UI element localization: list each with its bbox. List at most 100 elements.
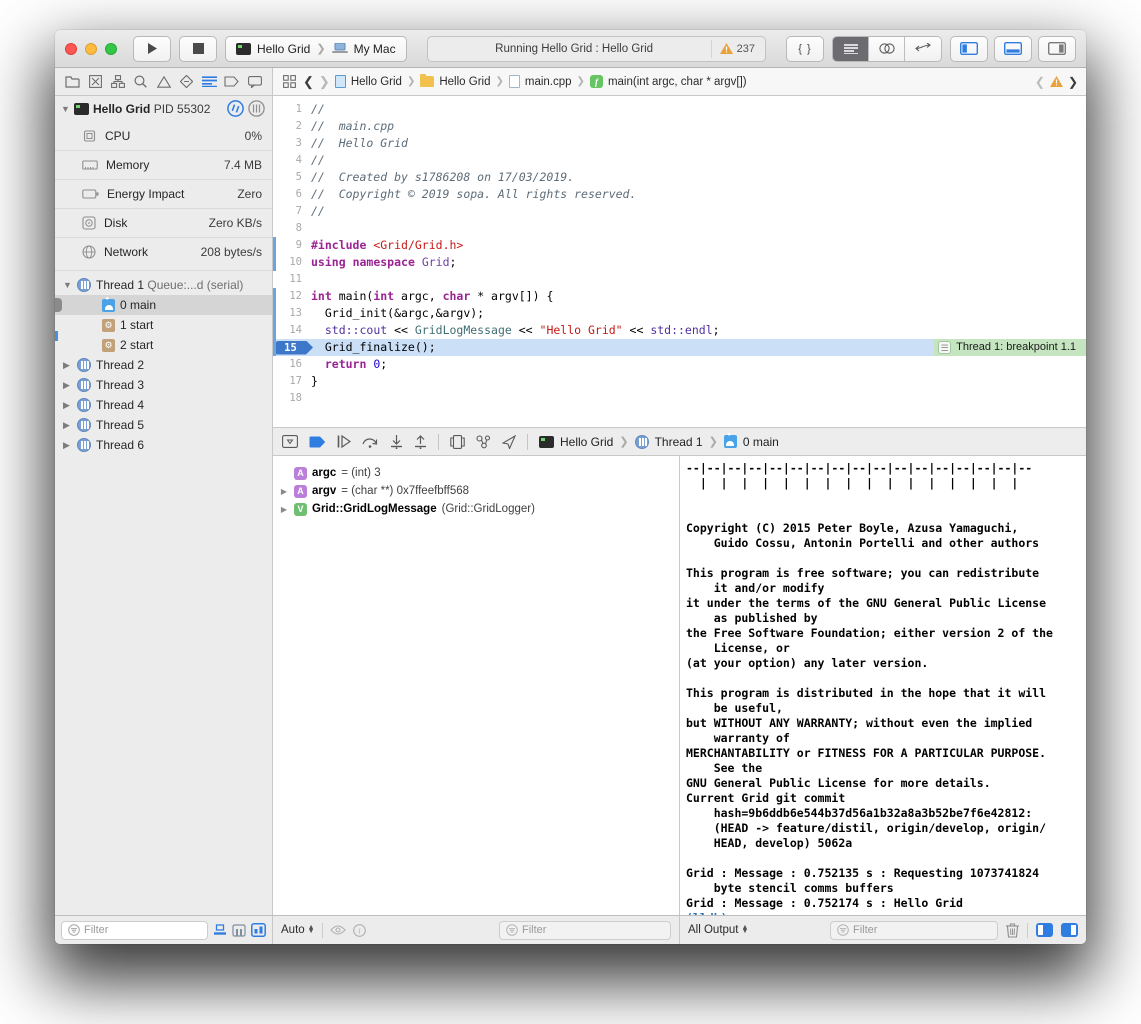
issue-warning-icon[interactable]: [1050, 76, 1063, 87]
issue-navigator-icon[interactable]: [155, 73, 172, 90]
line-number[interactable]: 11: [276, 271, 311, 288]
variable-row[interactable]: ▶Aargv= (char **) 0x7ffeefbff568: [273, 482, 679, 500]
code-line[interactable]: 1//: [273, 101, 1086, 118]
disclosure-triangle-icon[interactable]: ▶: [63, 440, 72, 451]
disclosure-triangle-icon[interactable]: ▶: [63, 420, 72, 431]
debug-view-hierarchy-icon[interactable]: [450, 435, 465, 449]
variables-view[interactable]: Aargc= (int) 3▶Aargv= (char **) 0x7ffeef…: [273, 456, 680, 915]
step-over-icon[interactable]: [362, 435, 379, 448]
line-number[interactable]: 3: [276, 135, 311, 152]
activity-view[interactable]: Running Hello Grid : Hello Grid 237: [427, 36, 766, 62]
code-review-button[interactable]: { }: [786, 36, 824, 62]
disclosure-triangle-icon[interactable]: ▶: [279, 487, 289, 496]
version-editor-button[interactable]: [905, 37, 941, 61]
memory-graph-icon[interactable]: [248, 100, 265, 117]
related-items-icon[interactable]: [281, 73, 298, 90]
line-number[interactable]: 6: [276, 186, 311, 203]
thread-row[interactable]: ▼Thread 1 Queue:...d (serial): [55, 275, 272, 295]
show-crashed-only-icon[interactable]: [232, 924, 246, 937]
code-line[interactable]: 2// main.cpp: [273, 118, 1086, 135]
code-line[interactable]: 11: [273, 271, 1086, 288]
line-number[interactable]: 7: [276, 203, 311, 220]
code-line[interactable]: 8: [273, 220, 1086, 237]
disclosure-triangle-icon[interactable]: ▶: [63, 360, 72, 371]
line-number[interactable]: 18: [276, 390, 311, 407]
report-navigator-icon[interactable]: [246, 73, 263, 90]
line-number[interactable]: 4: [276, 152, 311, 169]
code-line[interactable]: 12int main(int argc, char * argv[]) {: [273, 288, 1086, 305]
minimize-window-button[interactable]: [85, 43, 97, 55]
line-number[interactable]: 16: [276, 356, 311, 373]
code-line[interactable]: 17}: [273, 373, 1086, 390]
thread-row[interactable]: ▶Thread 6: [55, 435, 272, 455]
gauge-row-network[interactable]: Network208 bytes/s: [55, 237, 272, 266]
trash-icon[interactable]: [1006, 923, 1019, 938]
code-line[interactable]: 4//: [273, 152, 1086, 169]
toggle-debug-area-button[interactable]: [994, 36, 1032, 62]
assistant-editor-button[interactable]: [869, 37, 905, 61]
simulate-location-icon[interactable]: [502, 435, 516, 449]
code-line[interactable]: 9#include <Grid/Grid.h>: [273, 237, 1086, 254]
code-line[interactable]: 5// Created by s1786208 on 17/03/2019.: [273, 169, 1086, 186]
previous-issue-button[interactable]: ❮: [1035, 75, 1045, 89]
next-issue-button[interactable]: ❯: [1068, 75, 1078, 89]
line-number[interactable]: 1: [276, 101, 311, 118]
breakpoint-annotation[interactable]: ☰Thread 1: breakpoint 1.1: [934, 339, 1086, 356]
close-window-button[interactable]: [65, 43, 77, 55]
stack-frame-row[interactable]: 0 main: [55, 295, 272, 315]
jumpbar-file[interactable]: main.cpp: [525, 76, 572, 88]
code-line[interactable]: Grid_finalize();15☰Thread 1: breakpoint …: [273, 339, 1086, 356]
toggle-variables-view-button[interactable]: [1036, 923, 1053, 937]
disclosure-triangle-icon[interactable]: ▼: [61, 104, 70, 114]
gauge-row-cpu[interactable]: CPU0%: [55, 121, 272, 150]
continue-execution-icon[interactable]: [337, 435, 351, 448]
view-mode-icon[interactable]: [251, 923, 266, 937]
line-number[interactable]: 5: [276, 169, 311, 186]
quicklook-eye-icon[interactable]: [330, 925, 346, 935]
stack-frame-row[interactable]: ⚙1 start: [55, 315, 272, 335]
breakpoint-navigator-icon[interactable]: [223, 73, 240, 90]
stop-button[interactable]: [179, 36, 217, 62]
gauge-row-memory[interactable]: Memory7.4 MB: [55, 150, 272, 179]
line-number[interactable]: 2: [276, 118, 311, 135]
disclosure-triangle-icon[interactable]: ▶: [63, 380, 72, 391]
breakpoint-badge[interactable]: 15: [276, 341, 313, 355]
line-number[interactable]: 17: [276, 373, 311, 390]
console-view[interactable]: --|--|--|--|--|--|--|--|--|--|--|--|--|-…: [680, 456, 1086, 915]
toggle-navigator-button[interactable]: [950, 36, 988, 62]
back-button[interactable]: ❮: [303, 74, 314, 90]
thread-row[interactable]: ▶Thread 5: [55, 415, 272, 435]
variables-filter-field[interactable]: Filter: [499, 921, 671, 940]
thread-row[interactable]: ▶Thread 3: [55, 375, 272, 395]
line-number[interactable]: 9: [276, 237, 311, 254]
print-description-icon[interactable]: i: [353, 924, 366, 937]
variable-row[interactable]: Aargc= (int) 3: [273, 464, 679, 482]
code-line[interactable]: 16 return 0;: [273, 356, 1086, 373]
source-control-navigator-icon[interactable]: [87, 73, 104, 90]
code-line[interactable]: 13 Grid_init(&argc,&argv);: [273, 305, 1086, 322]
step-out-icon[interactable]: [414, 435, 427, 449]
process-row[interactable]: ▼ Hello Grid PID 55302: [55, 96, 272, 121]
forward-button[interactable]: ❯: [319, 74, 330, 90]
scheme-selector[interactable]: Hello Grid ❯ My Mac: [225, 36, 407, 62]
line-number[interactable]: 8: [276, 220, 311, 237]
gauge-row-disk[interactable]: DiskZero KB/s: [55, 208, 272, 237]
standard-editor-button[interactable]: [833, 37, 869, 61]
thread-row[interactable]: ▶Thread 2: [55, 355, 272, 375]
breakpoints-toggle-icon[interactable]: [309, 436, 326, 448]
run-button[interactable]: [133, 36, 171, 62]
console-filter-field[interactable]: Filter: [830, 921, 998, 940]
thread-row[interactable]: ▶Thread 4: [55, 395, 272, 415]
line-number[interactable]: 10: [276, 254, 311, 271]
breadcrumb-process[interactable]: Hello Grid: [560, 435, 613, 449]
disclosure-triangle-icon[interactable]: ▼: [63, 280, 72, 290]
symbol-navigator-icon[interactable]: [110, 73, 127, 90]
line-number[interactable]: 12: [276, 288, 311, 305]
code-line[interactable]: 7//: [273, 203, 1086, 220]
show-paused-only-icon[interactable]: [213, 924, 227, 937]
breadcrumb-thread[interactable]: Thread 1: [655, 435, 703, 449]
source-editor[interactable]: 1//2// main.cpp3// Hello Grid4//5// Crea…: [273, 96, 1086, 427]
debug-memory-graph-icon[interactable]: [476, 435, 491, 449]
code-line[interactable]: 18: [273, 390, 1086, 407]
pause-process-icon[interactable]: [227, 100, 244, 117]
